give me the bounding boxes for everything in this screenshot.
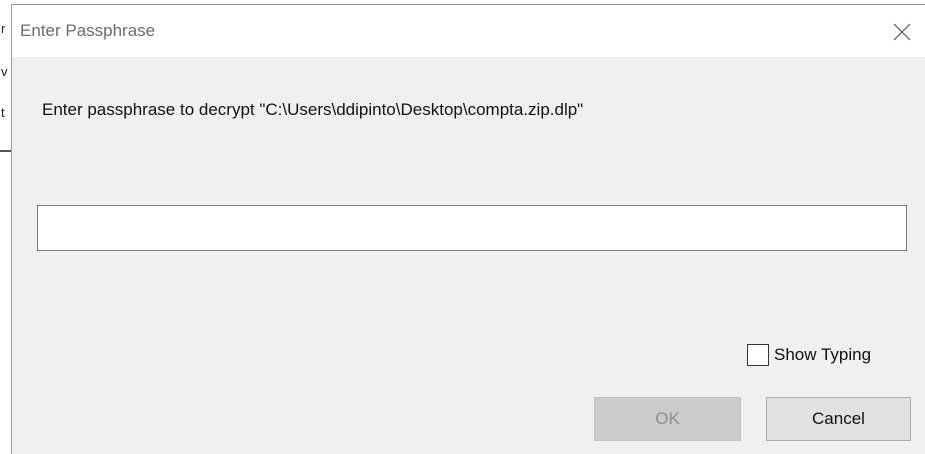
show-typing-checkbox[interactable]: [747, 344, 769, 366]
background-text-fragment: v: [1, 64, 8, 79]
decrypt-prompt: Enter passphrase to decrypt "C:\Users\dd…: [42, 100, 584, 119]
ok-button[interactable]: OK: [594, 397, 741, 441]
cancel-button[interactable]: Cancel: [766, 397, 911, 441]
background-text-fragment: r: [1, 21, 6, 36]
passphrase-dialog: Enter Passphrase Enter passphrase to dec…: [11, 4, 925, 454]
passphrase-input[interactable]: [37, 205, 907, 251]
title-bar[interactable]: Enter Passphrase: [12, 5, 925, 57]
background-text-fragment: t: [1, 105, 5, 120]
close-button[interactable]: [885, 15, 919, 49]
show-typing-option[interactable]: Show Typing: [747, 341, 871, 369]
close-icon: [893, 23, 911, 41]
show-typing-label[interactable]: Show Typing: [774, 345, 871, 365]
dialog-title: Enter Passphrase: [20, 21, 156, 40]
